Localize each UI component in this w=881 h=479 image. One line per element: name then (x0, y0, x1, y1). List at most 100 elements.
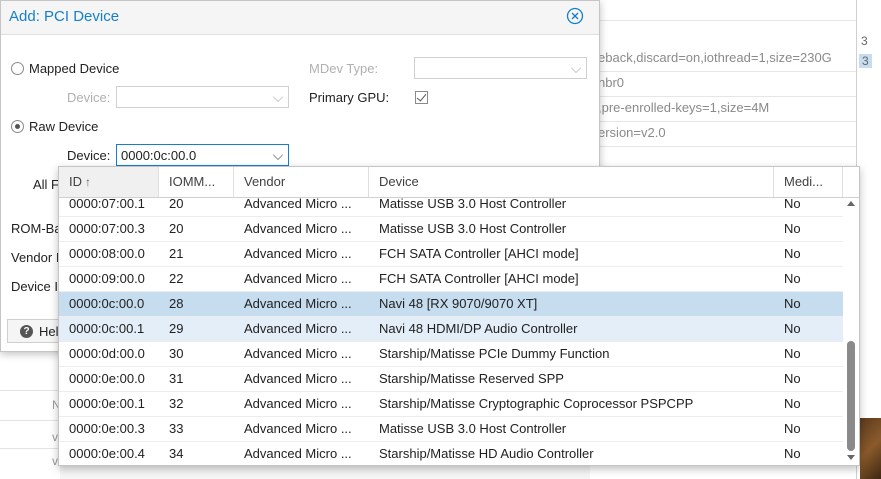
cell-mdev: No (784, 321, 801, 336)
cell-vendor: Advanced Micro ... (244, 346, 352, 361)
cell-device: Matisse USB 3.0 Host Controller (379, 421, 567, 436)
chevron-down-icon (272, 149, 284, 161)
table-row[interactable]: 0000:07:00.1 20 Advanced Micro ... Matisse … (59, 198, 843, 217)
mapped-device-label: Mapped Device (29, 61, 120, 76)
mdev-type-label: MDev Type: (309, 61, 379, 76)
all-functions-label: All F (33, 177, 59, 192)
table-row[interactable]: 0000:0e:00.1 32 Advanced Micro ... Starship… (59, 392, 843, 417)
cell-mdev: No (784, 246, 801, 261)
column-header-device[interactable]: Device (369, 167, 774, 197)
raw-device-radio[interactable]: Raw Device (11, 119, 98, 134)
cell-mdev: No (784, 371, 801, 386)
cell-iommu: 32 (169, 396, 184, 411)
dialog-header: Add: PCI Device (1, 1, 599, 35)
question-circle-icon: ? (20, 325, 33, 338)
cell-device: Navi 48 HDMI/DP Audio Controller (379, 321, 578, 336)
cell-vendor: Advanced Micro ... (244, 421, 352, 436)
device-id-label: Device I (11, 279, 58, 294)
cell-id: 0000:0e:00.4 (69, 446, 145, 461)
cell-iommu: 33 (169, 421, 184, 436)
chevron-down-icon (570, 62, 582, 74)
cell-vendor: Advanced Micro ... (244, 198, 352, 211)
column-header-iommu[interactable]: IOMM... (159, 167, 234, 197)
column-header-vendor[interactable]: Vendor (234, 167, 369, 197)
table-row[interactable]: 0000:0c:00.0 28 Advanced Micro ... Navi 48 … (59, 292, 843, 317)
scrollbar-thumb[interactable] (847, 341, 855, 451)
mapped-device-field-label: Device: (67, 90, 111, 105)
cell-device: FCH SATA Controller [AHCI mode] (379, 271, 579, 286)
radio-button[interactable] (11, 62, 24, 75)
cell-mdev: No (784, 296, 801, 311)
scroll-down-icon[interactable] (847, 455, 855, 460)
scroll-up-icon[interactable] (847, 201, 855, 206)
cell-mdev: No (784, 346, 801, 361)
mapped-device-select[interactable] (116, 86, 289, 108)
pci-device-picker: ID ↑ IOMM... Vendor Device Medi... 0000:0… (58, 166, 860, 466)
raw-device-value: 0000:0c:00.0 (121, 148, 197, 163)
table-row[interactable]: 0000:0c:00.1 29 Advanced Micro ... Navi 48 … (59, 317, 843, 342)
cell-device: Matisse USB 3.0 Host Controller (379, 221, 567, 236)
background-divider (0, 448, 60, 449)
table-row[interactable]: 0000:09:00.0 22 Advanced Micro ... FCH SATA… (59, 267, 843, 292)
cell-id: 0000:0c:00.0 (69, 296, 145, 311)
cell-iommu: 22 (169, 271, 184, 286)
grid-header: ID ↑ IOMM... Vendor Device Medi... (59, 167, 859, 198)
cell-iommu: 28 (169, 296, 184, 311)
cell-id: 0000:07:00.1 (69, 198, 145, 211)
background-divider (590, 146, 856, 147)
cell-vendor: Advanced Micro ... (244, 396, 352, 411)
raw-device-select[interactable]: 0000:0c:00.0 (116, 144, 289, 166)
cell-vendor: Advanced Micro ... (244, 271, 352, 286)
raw-device-field-label: Device: (67, 148, 111, 163)
primary-gpu-checkbox[interactable] (415, 91, 428, 104)
cell-vendor: Advanced Micro ... (244, 221, 352, 236)
cell-device: Navi 48 [RX 9070/9070 XT] (379, 296, 538, 311)
mdev-type-select[interactable] (414, 57, 587, 79)
cell-iommu: 21 (169, 246, 184, 261)
cell-device: Starship/Matisse Cryptographic Coprocess… (379, 396, 694, 411)
background-row: ,pre-enrolled-keys=1,size=4M (598, 100, 770, 115)
cell-vendor: Advanced Micro ... (244, 296, 352, 311)
cell-id: 0000:0c:00.1 (69, 321, 145, 336)
cell-mdev: No (784, 221, 801, 236)
cell-mdev: No (784, 446, 801, 461)
cell-mdev: No (784, 271, 801, 286)
column-header-mdev[interactable]: Medi... (774, 167, 843, 197)
cell-iommu: 31 (169, 371, 184, 386)
background-divider (0, 390, 60, 391)
close-icon[interactable] (566, 7, 584, 25)
grid-body: 0000:07:00.1 20 Advanced Micro ... Matisse … (59, 198, 843, 464)
table-row[interactable]: 0000:0e:00.4 34 Advanced Micro ... Starship… (59, 442, 843, 464)
cell-id: 0000:07:00.3 (69, 221, 145, 236)
table-row[interactable]: 0000:0e:00.0 31 Advanced Micro ... Starship… (59, 367, 843, 392)
table-row[interactable]: 0000:0e:00.3 33 Advanced Micro ... Matisse … (59, 417, 843, 442)
cell-iommu: 29 (169, 321, 184, 336)
background-row: ersion=v2.0 (598, 125, 666, 140)
radio-button[interactable] (11, 120, 24, 133)
cell-id: 0000:0d:00.0 (69, 346, 145, 361)
grid-scrollbar[interactable] (843, 198, 859, 464)
primary-gpu-label: Primary GPU: (309, 90, 390, 105)
background-row: nbr0 (598, 75, 625, 90)
cell-device: Starship/Matisse HD Audio Controller (379, 446, 594, 461)
background-row: eback,discard=on,iothread=1,size=230G (598, 50, 832, 65)
arrow-up-icon: ↑ (85, 175, 91, 189)
table-row[interactable]: 0000:0d:00.0 30 Advanced Micro ... Starship… (59, 342, 843, 367)
dialog-title: Add: PCI Device (9, 8, 120, 25)
mapped-device-radio[interactable]: Mapped Device (11, 61, 119, 76)
cell-device: Starship/Matisse PCIe Dummy Function (379, 346, 610, 361)
cell-iommu: 34 (169, 446, 184, 461)
raw-device-label: Raw Device (29, 119, 99, 134)
cell-mdev: No (784, 421, 801, 436)
cell-device: FCH SATA Controller [AHCI mode] (379, 246, 579, 261)
cell-mdev: No (784, 396, 801, 411)
background-divider (0, 420, 60, 421)
background-row-number: 3 (861, 34, 868, 48)
table-row[interactable]: 0000:07:00.3 20 Advanced Micro ... Matisse … (59, 217, 843, 242)
table-row[interactable]: 0000:08:00.0 21 Advanced Micro ... FCH SATA… (59, 242, 843, 267)
cell-id: 0000:0e:00.0 (69, 371, 145, 386)
cell-id: 0000:08:00.0 (69, 246, 145, 261)
column-header-id[interactable]: ID ↑ (59, 167, 159, 197)
vendor-id-label: Vendor I (11, 250, 60, 265)
background-divider (590, 20, 856, 21)
